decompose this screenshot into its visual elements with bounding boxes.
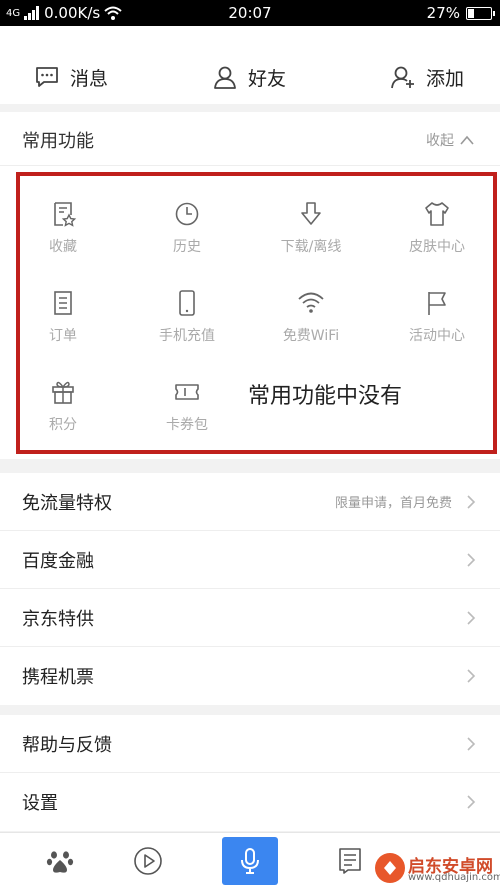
menu-group-settings: 帮助与反馈 设置 bbox=[0, 715, 500, 831]
grid-item-label: 历史 bbox=[173, 239, 201, 255]
status-time: 20:07 bbox=[228, 4, 272, 22]
collapse-label: 收起 bbox=[426, 133, 454, 149]
grid-item-free-wifi[interactable]: 免费WiFi bbox=[252, 289, 370, 357]
battery-fill bbox=[468, 8, 474, 18]
phone-icon bbox=[179, 290, 195, 316]
grid-item-download[interactable]: 下载/离线 bbox=[252, 200, 370, 268]
battery-icon bbox=[466, 6, 495, 20]
grid-item-history[interactable]: 历史 bbox=[128, 200, 246, 268]
chevron-right-icon bbox=[467, 669, 476, 683]
gift-icon bbox=[52, 381, 74, 404]
grid-item-label: 免费WiFi bbox=[282, 328, 340, 344]
message-icon bbox=[36, 67, 58, 87]
menu-group-services: 免流量特权 限量申请，首月免费 百度金融 京东特供 携程机票 bbox=[0, 473, 500, 705]
wifi-icon bbox=[298, 292, 324, 313]
grid-item-card-coupons[interactable]: 卡券包 bbox=[128, 378, 246, 446]
grid-item-skin-center[interactable]: 皮肤中心 bbox=[378, 200, 496, 268]
status-right: 27% bbox=[426, 4, 495, 22]
grid-item-label: 手机充值 bbox=[159, 328, 215, 344]
menu-row-free-traffic[interactable]: 免流量特权 限量申请，首月免费 bbox=[0, 473, 500, 531]
favorite-icon bbox=[54, 202, 77, 227]
feed-icon bbox=[339, 848, 361, 874]
grid-item-points[interactable]: 积分 bbox=[4, 378, 122, 446]
ticket-icon bbox=[175, 384, 199, 400]
common-functions-panel: 常用功能 收起 收藏 历史 下载/离线 皮肤中心 订单 手机充值 免费WiFi … bbox=[0, 112, 500, 459]
add-friend-icon bbox=[391, 66, 414, 89]
grid-item-orders[interactable]: 订单 bbox=[4, 289, 122, 357]
menu-row-label: 免流量特权 bbox=[22, 492, 112, 514]
chevron-right-icon bbox=[467, 736, 476, 751]
grid-item-label: 收藏 bbox=[49, 239, 77, 255]
status-bar: 4G 0.00K/s 20:07 27% bbox=[0, 0, 500, 26]
grid-item-label: 订单 bbox=[49, 328, 77, 344]
voice-search-button[interactable] bbox=[222, 837, 278, 885]
clock-icon bbox=[175, 202, 199, 226]
watermark-url: www.qdhuajin.com bbox=[408, 872, 500, 883]
battery-percent: 27% bbox=[426, 4, 460, 22]
nav-video[interactable] bbox=[128, 841, 168, 881]
grid-item-label: 皮肤中心 bbox=[409, 239, 465, 255]
order-icon bbox=[54, 291, 72, 315]
shirt-icon bbox=[425, 202, 449, 226]
menu-row-help-feedback[interactable]: 帮助与反馈 bbox=[0, 715, 500, 773]
tab-messages-label: 消息 bbox=[70, 67, 109, 90]
chevron-up-icon bbox=[460, 135, 474, 145]
grid-item-label: 积分 bbox=[49, 417, 77, 433]
grid-item-label: 卡券包 bbox=[166, 417, 208, 433]
tab-add[interactable]: 添加 bbox=[390, 60, 464, 94]
collapse-button[interactable]: 收起 bbox=[426, 130, 474, 150]
menu-row-label: 设置 bbox=[22, 793, 58, 814]
menu-row-settings[interactable]: 设置 bbox=[0, 773, 500, 831]
annotation-text: 常用功能中没有 bbox=[248, 384, 403, 409]
grid-item-label: 活动中心 bbox=[409, 328, 465, 344]
microphone-icon bbox=[241, 848, 259, 874]
menu-row-jd-special[interactable]: 京东特供 bbox=[0, 589, 500, 647]
nav-home[interactable] bbox=[40, 841, 80, 881]
baidu-paw-icon bbox=[46, 851, 74, 873]
video-play-icon bbox=[134, 847, 162, 875]
menu-row-ctrip-tickets[interactable]: 携程机票 bbox=[0, 647, 500, 705]
tab-messages[interactable]: 消息 bbox=[34, 60, 108, 94]
grid-item-activity-center[interactable]: 活动中心 bbox=[378, 289, 496, 357]
grid-item-phone-recharge[interactable]: 手机充值 bbox=[128, 289, 246, 357]
chevron-right-icon bbox=[467, 610, 476, 625]
tab-friends-label: 好友 bbox=[248, 67, 287, 90]
friend-icon bbox=[214, 66, 236, 89]
nav-feed[interactable] bbox=[330, 841, 370, 881]
common-functions-title: 常用功能 bbox=[22, 131, 94, 152]
menu-row-label: 京东特供 bbox=[22, 608, 94, 630]
menu-row-label: 帮助与反馈 bbox=[22, 734, 112, 756]
tab-add-label: 添加 bbox=[426, 67, 465, 90]
chevron-right-icon bbox=[467, 552, 476, 567]
menu-row-label: 百度金融 bbox=[22, 550, 94, 572]
menu-row-hint: 限量申请，首月免费 bbox=[334, 496, 452, 511]
download-icon bbox=[301, 202, 321, 225]
chevron-right-icon bbox=[467, 795, 476, 809]
chevron-right-icon bbox=[467, 494, 476, 509]
menu-row-label: 携程机票 bbox=[22, 667, 94, 688]
tab-friends[interactable]: 好友 bbox=[212, 60, 286, 94]
flag-icon bbox=[428, 292, 446, 315]
grid-item-favorite[interactable]: 收藏 bbox=[4, 200, 122, 268]
grid-item-label: 下载/离线 bbox=[280, 239, 342, 255]
common-functions-header: 常用功能 收起 bbox=[0, 112, 500, 166]
top-tabs: 消息 好友 添加 bbox=[0, 26, 500, 104]
menu-row-baidu-finance[interactable]: 百度金融 bbox=[0, 531, 500, 589]
